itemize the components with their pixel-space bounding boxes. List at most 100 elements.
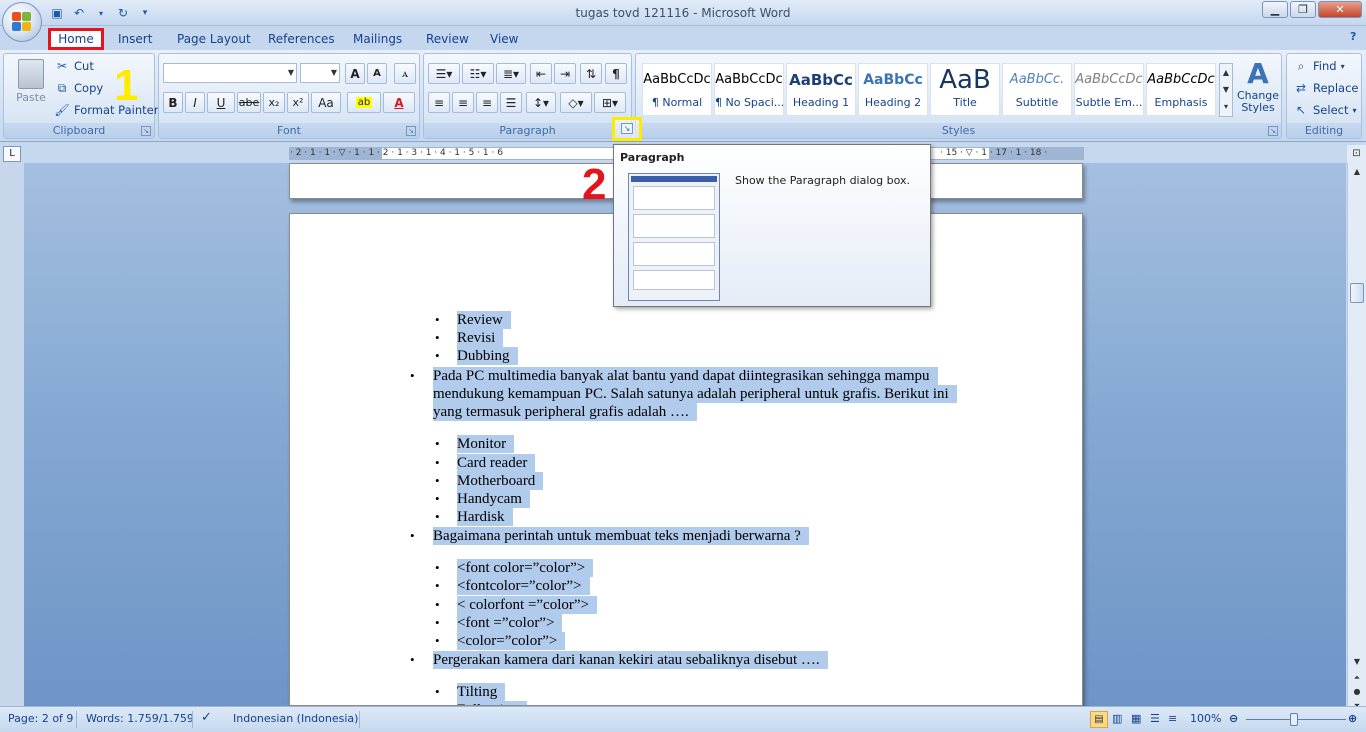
tab-review[interactable]: Review	[426, 30, 469, 50]
style-preview: AaBbCc.	[1009, 72, 1065, 87]
styles-scroll[interactable]: ▲ ▼ ▾	[1219, 63, 1233, 117]
document-line: <font color=”color”>	[457, 559, 594, 577]
zoom-slider-thumb[interactable]	[1290, 713, 1298, 726]
select-browse-object-icon[interactable]: ●	[1350, 685, 1364, 699]
scroll-down-arrow-icon[interactable]: ▼	[1350, 655, 1364, 669]
style-name: Subtle Em...	[1075, 96, 1143, 109]
preview-section	[633, 186, 715, 210]
vertical-scrollbar[interactable]: ▲ ▼ ⏶ ● ⏷	[1347, 163, 1366, 710]
styles-group: AaBbCcDc ¶ Normal AaBbCcDc ¶ No Spaci... A…	[635, 53, 1282, 139]
restore-button[interactable]: ❐	[1290, 1, 1316, 18]
font-name-dropdown-icon[interactable]: ▼	[288, 68, 294, 77]
outline-view-icon[interactable]: ☰	[1150, 712, 1160, 725]
preview-section	[633, 270, 715, 290]
find-button[interactable]: ⌕ Find ▾	[1293, 58, 1345, 74]
zoom-level[interactable]: 100%	[1190, 712, 1221, 725]
font-color-button[interactable]: A	[383, 92, 415, 113]
replace-button[interactable]: ⇄ Replace	[1293, 80, 1359, 96]
bullets-button[interactable]: ☰▾	[428, 63, 460, 84]
scroll-up-arrow-icon[interactable]: ▲	[1350, 165, 1364, 179]
sort-button[interactable]: ⇅	[580, 63, 602, 84]
more-styles-icon[interactable]: ▾	[1220, 98, 1232, 115]
styles-launcher-icon[interactable]: ↘	[1268, 126, 1278, 136]
style-heading-2[interactable]: AaBbCc Heading 2	[858, 63, 928, 116]
tab-references[interactable]: References	[268, 30, 335, 50]
align-left-button[interactable]: ≡	[428, 92, 450, 113]
copy-button[interactable]: ⧉ Copy	[54, 80, 103, 96]
shading-button[interactable]: ◇▾	[560, 92, 592, 113]
document-line: <font =”color”>	[457, 614, 563, 632]
highlight-button[interactable]: ab	[347, 92, 381, 113]
style-subtle-emphasis[interactable]: AaBbCcDc Subtle Em...	[1074, 63, 1144, 116]
font-size-box[interactable]: ▼	[300, 63, 340, 83]
align-right-button[interactable]: ≡	[476, 92, 498, 113]
font-name-box[interactable]: ▼	[163, 63, 297, 83]
tab-page-layout[interactable]: Page Layout	[177, 30, 251, 50]
zoom-out-icon[interactable]: ⊖	[1229, 712, 1238, 725]
minimize-button[interactable]: ▁	[1262, 1, 1288, 18]
view-ruler-icon[interactable]: ⊡	[1347, 145, 1366, 163]
font-launcher-icon[interactable]: ↘	[406, 126, 416, 136]
cut-button[interactable]: ✂ Cut	[54, 58, 94, 74]
tab-insert[interactable]: Insert	[118, 30, 152, 50]
full-screen-reading-view-icon[interactable]: ▥	[1112, 712, 1122, 725]
office-button[interactable]	[2, 2, 42, 42]
style-subtitle[interactable]: AaBbCc. Subtitle	[1002, 63, 1072, 116]
multilevel-list-button[interactable]: ≣▾	[496, 63, 526, 84]
language-indicator[interactable]: Indonesian (Indonesia)	[233, 712, 358, 725]
style-title[interactable]: AaB Title	[930, 63, 1000, 116]
subscript-button[interactable]: x₂	[263, 92, 285, 113]
clear-formatting-button[interactable]: ꭺ	[394, 63, 416, 84]
paste-button[interactable]: Paste	[10, 57, 52, 117]
scroll-thumb[interactable]	[1350, 283, 1364, 303]
draft-view-icon[interactable]: ≡	[1168, 712, 1177, 725]
grow-font-button[interactable]: A	[345, 63, 365, 84]
decrease-indent-button[interactable]: ⇤	[530, 63, 552, 84]
print-layout-view-icon[interactable]: ▤	[1090, 711, 1108, 728]
tab-selector-button[interactable]: L	[3, 146, 21, 162]
tab-home[interactable]: Home	[48, 28, 104, 50]
justify-button[interactable]: ☰	[500, 92, 522, 113]
underline-button[interactable]: U	[207, 92, 235, 113]
increase-indent-button[interactable]: ⇥	[554, 63, 576, 84]
scroll-up-icon[interactable]: ▲	[1220, 64, 1232, 81]
show-marks-button[interactable]: ¶	[605, 63, 627, 84]
strikethrough-button[interactable]: abe	[237, 92, 261, 113]
superscript-button[interactable]: x²	[287, 92, 309, 113]
italic-button[interactable]: I	[185, 92, 205, 113]
change-styles-button[interactable]: A Change Styles	[1236, 58, 1280, 120]
align-center-button[interactable]: ≡	[452, 92, 474, 113]
scroll-down-icon[interactable]: ▼	[1220, 81, 1232, 98]
tab-mailings[interactable]: Mailings	[353, 30, 402, 50]
style-emphasis[interactable]: AaBbCcDc Emphasis	[1146, 63, 1216, 116]
line-spacing-button[interactable]: ↕▾	[526, 92, 556, 113]
borders-button[interactable]: ⊞▾	[594, 92, 626, 113]
style-heading-1[interactable]: AaBbCc Heading 1	[786, 63, 856, 116]
select-button[interactable]: ↖ Select ▾	[1293, 102, 1357, 118]
zoom-in-icon[interactable]: ⊕	[1348, 712, 1357, 725]
clipboard-icon	[18, 59, 44, 89]
decrease-indent-icon: ⇤	[535, 66, 547, 81]
tab-view[interactable]: View	[490, 30, 518, 50]
paragraph-group: ☰▾ ☷▾ ≣▾ ⇤ ⇥ ⇅ ¶ ≡ ≡ ≡ ☰ ↕▾ ◇▾ ⊞▾ Paragr…	[423, 53, 632, 139]
bold-button[interactable]: B	[163, 92, 183, 113]
shrink-font-button[interactable]: A	[367, 63, 387, 84]
replace-label: Replace	[1313, 81, 1359, 95]
divider	[359, 711, 360, 728]
clipboard-launcher-icon[interactable]: ↘	[141, 126, 151, 136]
style-normal[interactable]: AaBbCcDc ¶ Normal	[642, 63, 712, 116]
close-button[interactable]: ✕	[1318, 1, 1362, 18]
proofing-icon[interactable]: ✓	[201, 710, 212, 725]
previous-page-icon[interactable]: ⏶	[1350, 671, 1364, 685]
word-count[interactable]: Words: 1.759/1.759	[86, 712, 194, 725]
web-layout-view-icon[interactable]: ▦	[1131, 712, 1141, 725]
format-painter-button[interactable]: 🖌 Format Painter	[54, 102, 158, 118]
page-indicator[interactable]: Page: 2 of 9	[8, 712, 73, 725]
style-no-spacing[interactable]: AaBbCcDc ¶ No Spaci...	[714, 63, 784, 116]
help-icon[interactable]: ?	[1350, 30, 1364, 46]
paragraph-launcher-button[interactable]: ↘	[612, 117, 642, 141]
change-case-button[interactable]: Aa	[311, 92, 341, 113]
font-size-dropdown-icon[interactable]: ▼	[331, 68, 337, 77]
document-line: yang termasuk peripheral grafis adalah ……	[433, 403, 697, 421]
numbering-button[interactable]: ☷▾	[462, 63, 494, 84]
